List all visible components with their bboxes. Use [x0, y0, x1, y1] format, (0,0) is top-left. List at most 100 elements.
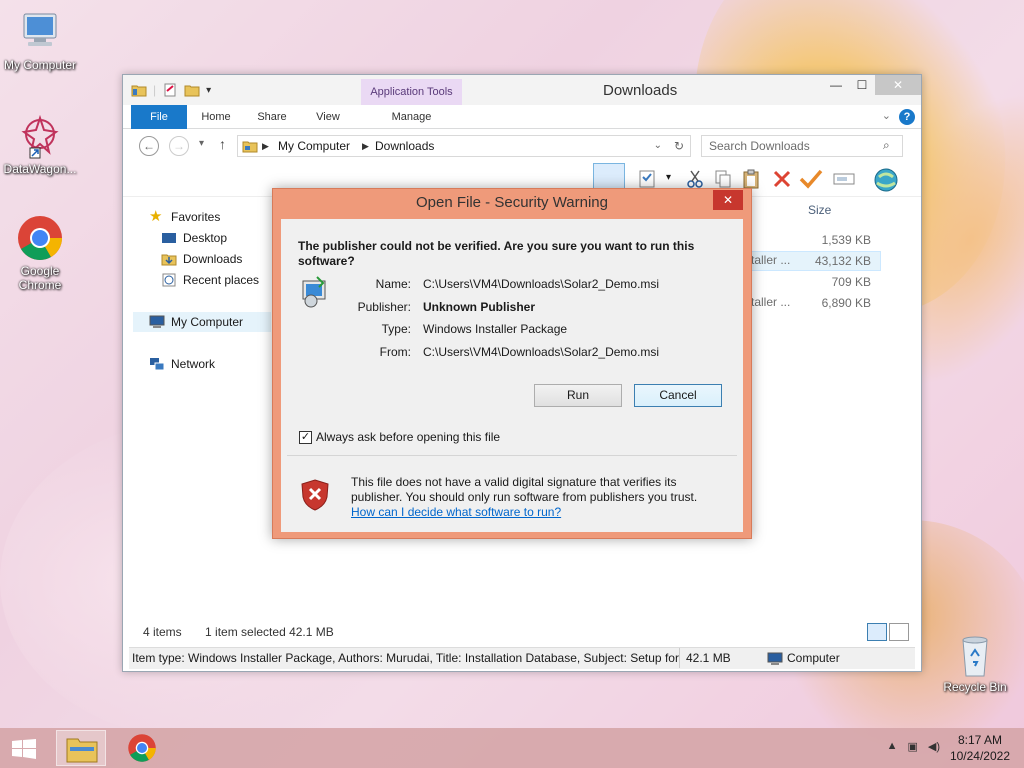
recent-locations-icon[interactable]: ▾ [199, 138, 204, 149]
scissors-icon[interactable] [685, 169, 705, 189]
clock[interactable]: 8:17 AM 10/24/2022 [950, 732, 1010, 764]
run-button[interactable]: Run [534, 384, 622, 407]
publisher-value: Unknown Publisher [423, 300, 536, 314]
chevron-down-icon[interactable]: ⌄ [882, 109, 891, 122]
from-value: C:\Users\VM4\Downloads\Solar2_Demo.msi [423, 345, 660, 359]
title-bar: | ▾ Application Tools Downloads — ☐ ✕ [123, 75, 921, 105]
nav-label: Favorites [171, 210, 221, 224]
ribbon-tabs: File Home Share View Manage ⌄ ? [123, 105, 921, 129]
details-view-button[interactable] [867, 623, 887, 641]
start-button[interactable] [0, 730, 48, 766]
tab-manage[interactable]: Manage [361, 105, 462, 129]
details-bar: Item type: Windows Installer Package, Au… [129, 647, 915, 669]
show-hidden-icons-icon[interactable]: ▲ [887, 740, 898, 753]
nav-favorites[interactable]: ★ Favorites [149, 209, 220, 225]
desktop-icon-recycle-bin[interactable]: Recycle Bin [935, 630, 1015, 694]
delete-icon[interactable] [771, 168, 793, 190]
details-text: Item type: Windows Installer Package, Au… [132, 651, 679, 665]
clock-time: 8:17 AM [957, 733, 1002, 747]
address-bar[interactable]: ▶ My Computer ▶ Downloads ⌄ ↻ [237, 135, 691, 157]
search-input[interactable]: Search Downloads [701, 135, 903, 157]
close-icon[interactable]: ✕ [713, 190, 743, 210]
windows-logo-icon [12, 739, 36, 759]
large-icons-view-button[interactable] [889, 623, 909, 641]
always-ask-checkbox[interactable]: ✓ [299, 430, 312, 444]
network-icon [150, 358, 165, 371]
tab-share[interactable]: Share [247, 105, 297, 129]
maximize-icon[interactable]: ☐ [849, 75, 875, 95]
computer-icon [16, 8, 64, 56]
breadcrumb-my-computer[interactable]: My Computer [278, 136, 350, 156]
file-size: 43,132 KB [814, 254, 871, 268]
checklist-icon[interactable] [638, 169, 658, 189]
datawagon-logo-icon [16, 112, 64, 160]
file-size: 6,890 KB [821, 296, 871, 310]
system-tray: ▲ ▣ ◀) [887, 740, 940, 753]
help-link[interactable]: How can I decide what software to run? [351, 505, 561, 519]
view-toggle [867, 623, 909, 641]
checkmark-icon[interactable] [799, 168, 823, 190]
close-icon[interactable]: ✕ [875, 75, 921, 95]
volume-icon[interactable]: ◀) [928, 740, 940, 753]
security-warning-dialog: Open File - Security Warning ✕ The publi… [272, 188, 752, 539]
forward-button[interactable]: → [169, 136, 189, 156]
dropdown-icon[interactable]: ▾ [666, 172, 671, 183]
rename-icon[interactable] [833, 169, 855, 189]
nav-desktop[interactable]: Desktop [161, 230, 227, 246]
cancel-button[interactable]: Cancel [634, 384, 722, 407]
up-arrow-icon[interactable]: ↑ [219, 136, 226, 152]
desktop-icon-label: My Computer [3, 58, 77, 72]
nav-downloads[interactable]: Downloads [161, 251, 242, 267]
paste-icon[interactable] [741, 168, 763, 190]
computer-icon [149, 315, 165, 328]
breadcrumb-downloads[interactable]: Downloads [375, 136, 434, 156]
clock-date: 10/24/2022 [949, 749, 1010, 763]
chrome-icon [128, 734, 156, 762]
checkbox-label: Always ask before opening this file [316, 430, 501, 444]
address-dropdown-icon[interactable]: ⌄ [654, 136, 662, 156]
always-ask-checkbox-row[interactable]: ✓ Always ask before opening this file [299, 430, 500, 444]
file-size: 709 KB [831, 275, 871, 289]
navigation-pane: ★ Favorites Desktop Downloads Recent pla… [131, 201, 273, 611]
copy-icon[interactable] [713, 169, 733, 189]
star-icon: ★ [149, 208, 163, 225]
recycle-bin-icon [951, 630, 999, 678]
file-list: Size 1,539 KB staller ... 43,132 KB 709 … [743, 201, 913, 341]
divider [287, 455, 737, 456]
quick-access-toolbar: | ▾ [131, 82, 211, 98]
nav-network[interactable]: Network [149, 356, 215, 372]
dialog-body: The publisher could not be verified. Are… [281, 219, 743, 532]
taskbar-file-explorer[interactable] [56, 730, 106, 766]
globe-icon[interactable] [873, 167, 899, 193]
nav-label: Downloads [183, 252, 243, 266]
desktop-icon-label: DataWagon... [3, 162, 77, 176]
refresh-icon[interactable]: ↻ [674, 136, 684, 156]
separator: | [153, 83, 157, 97]
nav-my-computer[interactable]: My Computer [133, 312, 271, 332]
tab-home[interactable]: Home [191, 105, 241, 129]
network-status-icon[interactable]: ▣ [907, 740, 917, 753]
desktop-icon-datawagon[interactable]: DataWagon... [0, 112, 80, 176]
desktop-icon-label: Recycle Bin [943, 680, 1007, 694]
tab-view[interactable]: View [303, 105, 353, 129]
tab-file[interactable]: File [131, 105, 187, 129]
new-folder-icon[interactable] [184, 82, 200, 98]
minimize-icon[interactable]: — [823, 75, 849, 95]
help-icon[interactable]: ? [899, 109, 915, 125]
breadcrumb-separator-icon: ▶ [262, 141, 269, 151]
back-button[interactable]: ← [139, 136, 159, 156]
folder-icon[interactable] [131, 82, 147, 98]
downloads-folder-icon [161, 254, 177, 266]
taskbar: ▲ ▣ ◀) 8:17 AM 10/24/2022 [0, 728, 1024, 768]
type-value: Windows Installer Package [423, 322, 568, 336]
search-icon: ⌕ [883, 138, 890, 152]
taskbar-chrome[interactable] [118, 730, 168, 766]
customize-qat-icon[interactable]: ▾ [206, 85, 211, 96]
desktop-icon-chrome[interactable]: Google Chrome [0, 214, 80, 292]
details-size: 42.1 MB [679, 648, 731, 668]
type-label: Type: [381, 322, 411, 336]
properties-icon[interactable] [162, 82, 178, 98]
column-header-size[interactable]: Size [808, 203, 831, 217]
desktop-icon-my-computer[interactable]: My Computer [0, 8, 80, 72]
nav-recent-places[interactable]: Recent places [161, 272, 259, 288]
